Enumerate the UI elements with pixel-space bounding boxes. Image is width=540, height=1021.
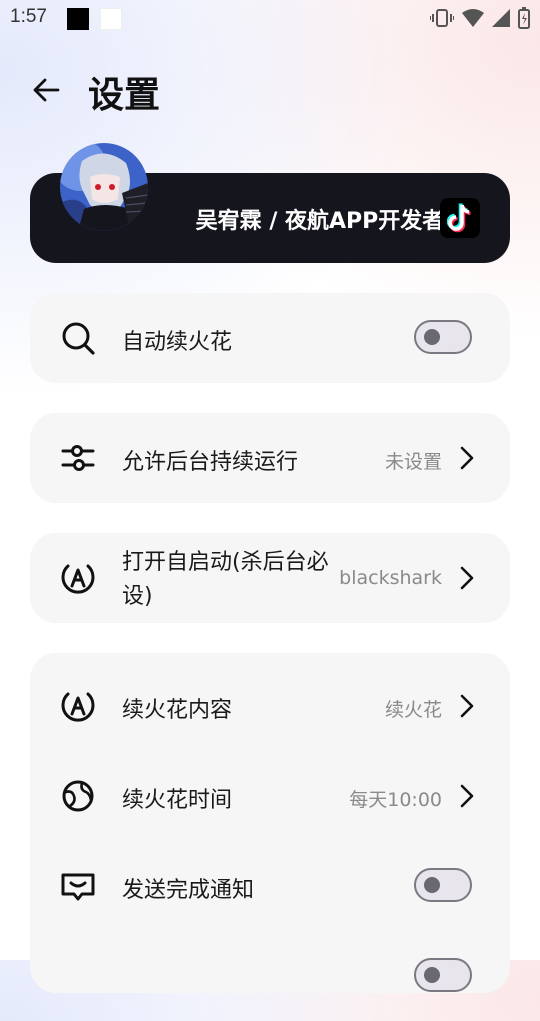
time-label: 续火花时间 [122, 788, 233, 813]
background-run-row[interactable]: 允许后台持续运行 未设置 [30, 413, 510, 503]
profile-name: 吴宥霖 / 夜航APP开发者 [195, 209, 445, 234]
notify-row[interactable]: 发送完成通知 [30, 841, 510, 931]
time-row[interactable]: 续火花时间 每天10:00 [30, 751, 510, 841]
notification-icon [100, 8, 122, 30]
content-row[interactable]: 续火花内容 续火花 [30, 661, 510, 751]
background-run-label: 允许后台持续运行 [122, 450, 299, 475]
autostart-value: blackshark [339, 567, 442, 589]
vibrate-icon [430, 9, 454, 27]
content-label: 续火花内容 [122, 698, 233, 723]
auto-streak-toggle[interactable] [414, 320, 472, 354]
notify-toggle[interactable] [414, 868, 472, 902]
auto-streak-row[interactable]: 自动续火花 [30, 293, 510, 383]
auto-streak-label: 自动续火花 [122, 330, 233, 355]
partial-row[interactable] [30, 931, 510, 1021]
content-value: 续火花 [384, 699, 442, 721]
header: 设置 [0, 60, 540, 120]
chevron-right-icon [460, 694, 474, 718]
background-run-value: 未设置 [384, 451, 442, 473]
cellular-icon [492, 9, 510, 27]
toggle-knob [424, 967, 440, 983]
wifi-icon [462, 9, 484, 27]
message-icon [61, 873, 95, 901]
toggle-knob [424, 877, 440, 893]
toggle-knob [424, 329, 440, 345]
status-bar: 1:57 [0, 0, 540, 36]
streak-settings-card: 续火花内容 续火花 续火花时间 每天10:00 发送完成通知 [30, 653, 510, 993]
sliders-icon [61, 445, 95, 471]
tiktok-logo [440, 198, 480, 238]
background-run-card: 允许后台持续运行 未设置 [30, 413, 510, 503]
avatar-image [60, 143, 148, 231]
system-icons [430, 7, 530, 29]
autostart-label: 打开自启动(杀后台必设) [122, 550, 329, 609]
autostart-row[interactable]: 打开自启动(杀后台必设) blackshark [30, 533, 510, 623]
time-value: 每天10:00 [349, 789, 442, 811]
chevron-right-icon [460, 784, 474, 808]
battery-icon [518, 7, 530, 29]
auto-a-icon [61, 564, 95, 594]
partial-toggle[interactable] [414, 958, 472, 992]
notification-icon [67, 8, 89, 30]
page-title: 设置 [88, 75, 161, 116]
auto-streak-card: 自动续火花 [30, 293, 510, 383]
globe-clock-icon [62, 780, 94, 812]
back-button[interactable] [28, 72, 64, 108]
chevron-right-icon [460, 566, 474, 590]
status-time: 1:57 [10, 6, 47, 27]
tiktok-icon [447, 203, 471, 233]
autostart-card: 打开自启动(杀后台必设) blackshark [30, 533, 510, 623]
search-icon [62, 322, 95, 355]
notify-label: 发送完成通知 [122, 878, 255, 903]
auto-a-icon [61, 692, 95, 722]
arrow-left-icon [33, 78, 60, 102]
chevron-right-icon [460, 446, 474, 470]
avatar[interactable] [60, 143, 148, 231]
